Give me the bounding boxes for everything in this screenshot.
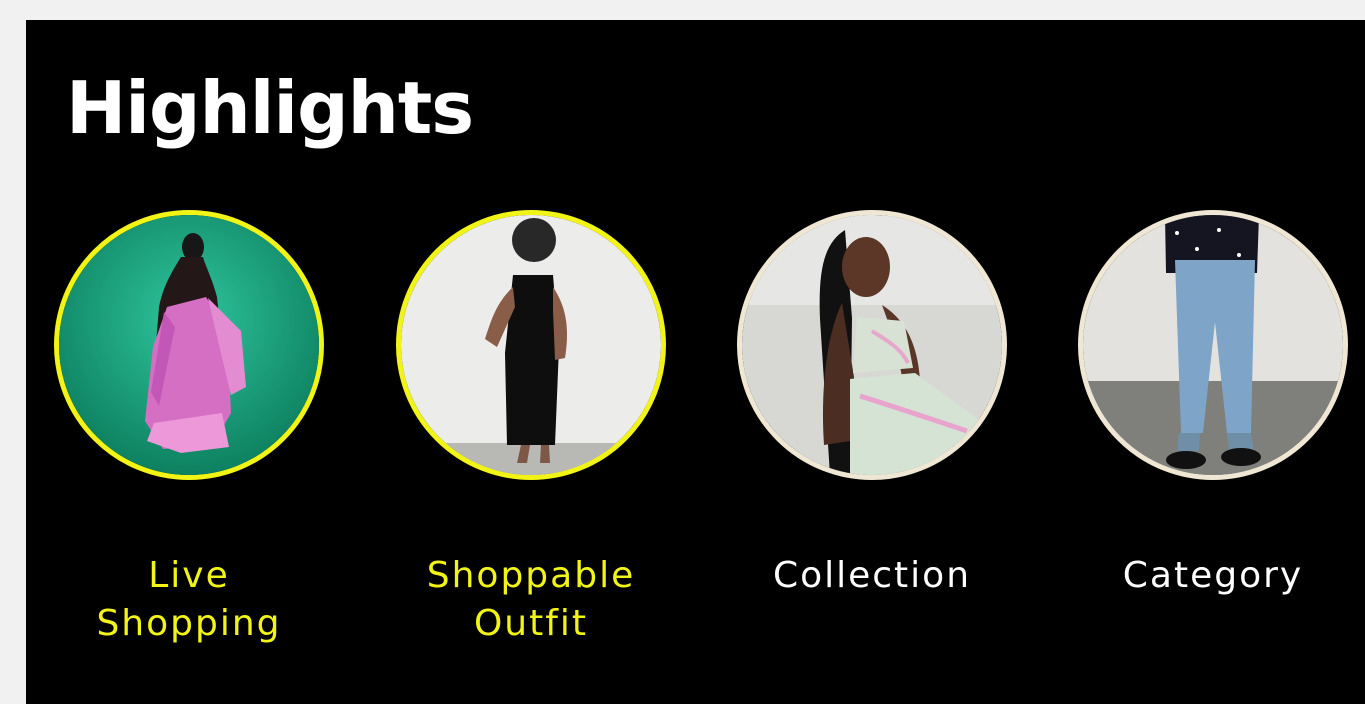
- highlight-category[interactable]: Category: [1078, 210, 1348, 670]
- screen-frame: Highlights Live Shopping Shoppable Outfi…: [0, 0, 1365, 704]
- highlight-live-shopping[interactable]: Live Shopping: [54, 210, 324, 670]
- highlights-panel: Highlights Live Shopping Shoppable Outfi…: [26, 20, 1365, 704]
- highlight-label: Category: [1122, 555, 1304, 596]
- fashion-model-image: [401, 215, 661, 475]
- fashion-model-image: [742, 215, 1002, 475]
- fashion-model-image: [59, 215, 319, 475]
- highlight-avatar[interactable]: [1078, 210, 1348, 480]
- fashion-model-image: [1083, 215, 1343, 475]
- highlight-avatar[interactable]: [54, 210, 324, 480]
- section-title: Highlights: [66, 66, 474, 150]
- highlight-collection[interactable]: Collection: [737, 210, 1007, 670]
- highlight-label: Shoppable Outfit: [426, 555, 636, 644]
- highlight-avatar[interactable]: [396, 210, 666, 480]
- highlight-shoppable-outfit[interactable]: Shoppable Outfit: [396, 210, 666, 670]
- highlight-label: Collection: [772, 555, 972, 596]
- highlight-label: Live Shopping: [96, 555, 282, 644]
- highlight-avatar[interactable]: [737, 210, 1007, 480]
